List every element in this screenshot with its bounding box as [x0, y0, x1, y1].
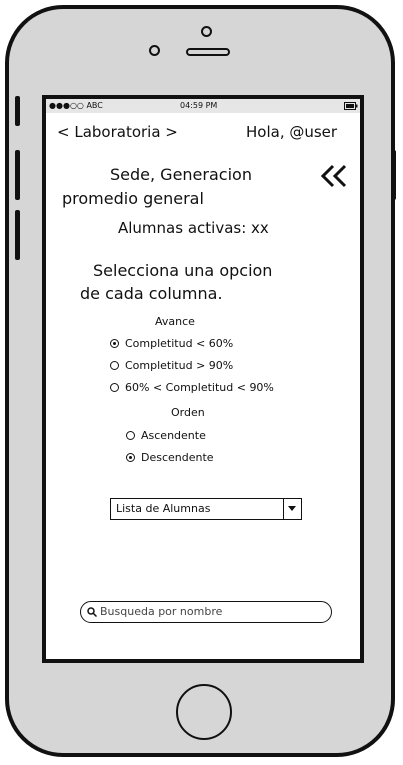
status-bar: ●●●○○ ABC 04:59 PM [46, 99, 360, 113]
avance-heading: Avance [155, 315, 195, 328]
earpiece-speaker [186, 48, 230, 56]
radio-label: Descendente [141, 451, 214, 464]
promedio-general-label: promedio general [62, 189, 204, 208]
orden-heading: Orden [171, 406, 205, 419]
radio-label: 60% < Completitud < 90% [125, 381, 274, 394]
back-link-laboratoria[interactable]: < Laboratoria > [57, 123, 178, 141]
active-students-count: Alumnas activas: xx [118, 219, 269, 237]
search-placeholder: Busqueda por nombre [100, 605, 223, 618]
home-button[interactable] [176, 684, 232, 740]
radio-selected-icon[interactable] [110, 339, 119, 348]
search-icon [87, 607, 97, 617]
power-button [391, 150, 396, 200]
volume-down-button [15, 210, 20, 260]
radio-label: Ascendente [141, 429, 206, 442]
screen: ●●●○○ ABC 04:59 PM < Laboratoria > Hola,… [42, 95, 364, 663]
chevron-down-icon[interactable] [283, 499, 301, 519]
dropdown-value: Lista de Alumnas [116, 502, 211, 515]
radio-icon[interactable] [110, 383, 119, 392]
instructions-line-1: Selecciona una opcion [93, 261, 273, 280]
proximity-sensor-icon [149, 45, 160, 56]
user-greeting[interactable]: Hola, @user [246, 123, 337, 141]
carrier-signal: ●●●○○ ABC [49, 101, 103, 110]
front-camera-icon [201, 26, 212, 37]
double-chevron-left-icon[interactable] [320, 163, 348, 189]
radio-label: Completitud > 90% [125, 359, 234, 372]
mute-switch [15, 96, 20, 126]
battery-icon [344, 102, 358, 110]
radio-icon[interactable] [110, 361, 119, 370]
sede-generacion-label: Sede, Generacion [110, 165, 252, 184]
lista-alumnas-dropdown[interactable]: Lista de Alumnas [110, 498, 302, 520]
search-input[interactable]: Busqueda por nombre [80, 601, 332, 623]
instructions-line-2: de cada columna. [80, 284, 223, 303]
status-time: 04:59 PM [180, 101, 218, 110]
radio-icon[interactable] [126, 431, 135, 440]
radio-selected-icon[interactable] [126, 453, 135, 462]
volume-up-button [15, 150, 20, 200]
radio-label: Completitud < 60% [125, 337, 234, 350]
